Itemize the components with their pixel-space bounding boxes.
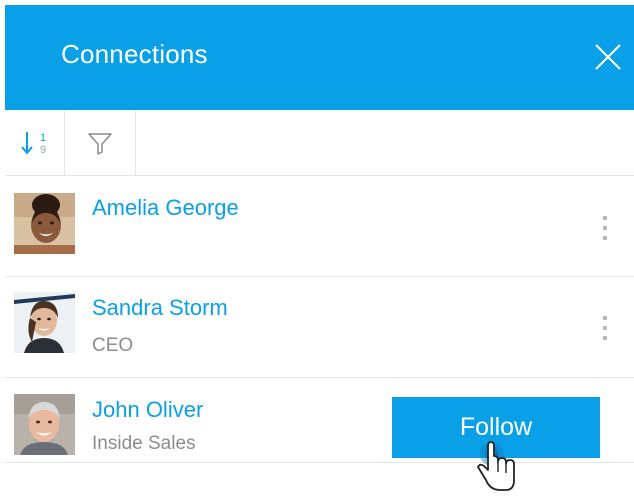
follow-button[interactable]: Follow bbox=[392, 397, 600, 458]
list-item[interactable]: Amelia George bbox=[5, 177, 634, 277]
more-options-button[interactable] bbox=[598, 213, 612, 243]
sort-numeric-icon: 1 9 bbox=[20, 132, 46, 156]
sort-bottom-digit: 9 bbox=[40, 144, 46, 156]
filter-icon bbox=[88, 133, 112, 155]
connection-name[interactable]: Amelia George bbox=[92, 195, 239, 221]
connection-role: Inside Sales bbox=[92, 433, 196, 454]
sort-top-digit: 1 bbox=[40, 132, 46, 144]
filter-button[interactable] bbox=[65, 110, 136, 176]
more-options-icon bbox=[603, 316, 607, 320]
connection-name[interactable]: John Oliver bbox=[92, 397, 203, 423]
panel-title: Connections bbox=[61, 39, 208, 69]
connection-role: CEO bbox=[92, 335, 134, 356]
connection-name[interactable]: Sandra Storm bbox=[92, 295, 228, 321]
list-item[interactable]: John Oliver Inside Sales Follow bbox=[5, 379, 634, 463]
more-options-icon bbox=[603, 216, 607, 220]
list-item[interactable]: Sandra Storm CEO bbox=[5, 278, 634, 378]
more-options-button[interactable] bbox=[598, 313, 612, 343]
avatar bbox=[14, 193, 75, 254]
sort-button[interactable]: 1 9 bbox=[5, 110, 65, 176]
connections-header: Connections bbox=[5, 5, 634, 110]
close-button[interactable] bbox=[588, 37, 628, 77]
avatar bbox=[14, 394, 75, 455]
avatar bbox=[14, 292, 75, 353]
close-icon bbox=[595, 44, 621, 70]
toolbar: 1 9 bbox=[5, 110, 634, 176]
